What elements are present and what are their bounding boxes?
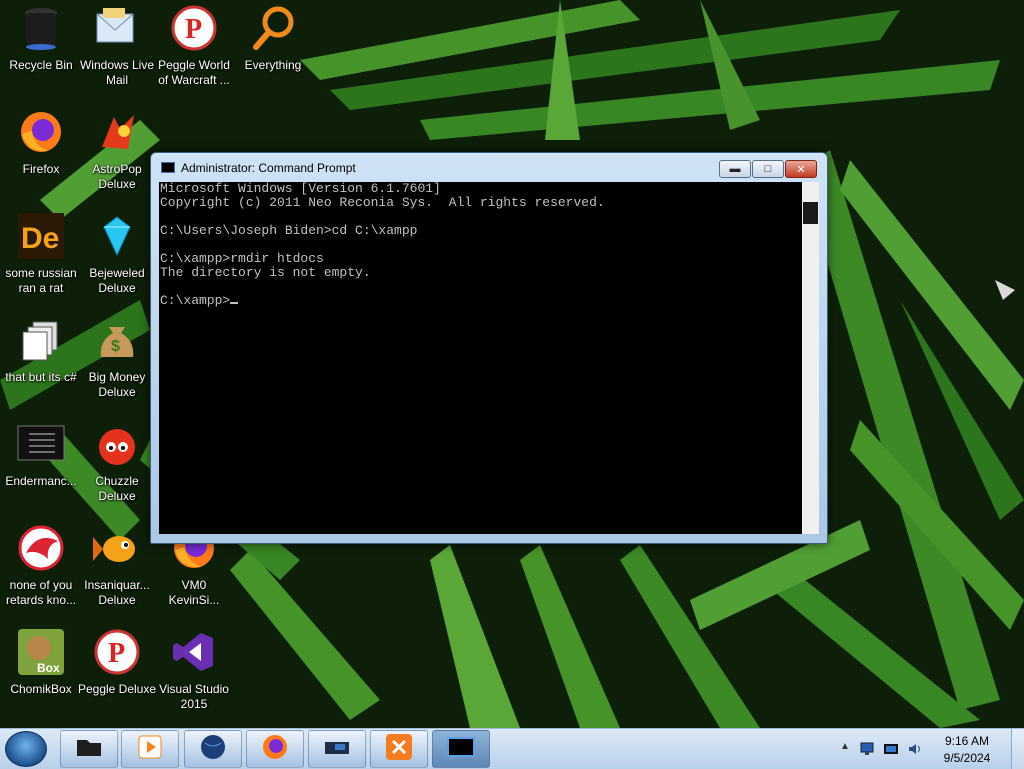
desktop-icon-label: Peggle Deluxe [77, 682, 157, 696]
desktop-icon[interactable]: Firefox [0, 104, 82, 204]
desktop-icon-label: some russian ran a rat [5, 266, 77, 295]
recycle-bin-icon [17, 4, 65, 52]
command-prompt-window[interactable]: Administrator: Command Prompt ▬ □ ✕ Micr… [150, 152, 828, 544]
text-cursor [230, 302, 239, 304]
desktop-icon-label: Insaniquar... Deluxe [84, 578, 150, 607]
desktop-icon[interactable]: P Peggle World of Warcraft ... [153, 0, 235, 100]
desktop-icon-label: Chuzzle Deluxe [95, 474, 139, 503]
magnifier-icon [249, 4, 297, 52]
xampp-icon [385, 733, 413, 766]
console-text: Microsoft Windows [Version 6.1.7601] Cop… [160, 181, 605, 308]
desktop-icon-label: Windows Live Mail [79, 58, 155, 87]
desktop-icon[interactable]: Recycle Bin [0, 0, 82, 100]
desktop-icon[interactable]: that but its c# [0, 312, 82, 412]
minimize-button[interactable]: ▬ [719, 160, 751, 178]
desktop-icon-label: AstroPop Deluxe [92, 162, 142, 191]
globe-icon [199, 733, 227, 766]
maximize-button[interactable]: □ [752, 160, 784, 178]
peggle-icon: P [170, 4, 218, 52]
desktop-icon[interactable]: Insaniquar... Deluxe [76, 520, 158, 620]
svg-text:P: P [185, 14, 202, 45]
de-icon: De [17, 212, 65, 260]
start-button[interactable] [5, 731, 47, 767]
desktop-icon-label: that but its c# [5, 370, 77, 384]
fish-icon [93, 524, 141, 572]
chuzzle-icon [93, 420, 141, 468]
window-titlebar[interactable]: Administrator: Command Prompt ▬ □ ✕ [151, 153, 827, 181]
console-area[interactable]: Microsoft Windows [Version 6.1.7601] Cop… [159, 182, 819, 534]
desktop-icon-label: ChomikBox [10, 682, 72, 696]
svg-text:Box: Box [37, 661, 60, 675]
peggle-icon: P [93, 628, 141, 676]
copy-icon [17, 316, 65, 364]
desktop-icon-label: VM0 KevinSi... [168, 578, 220, 607]
desktop-icon-label: Bejeweled Deluxe [89, 266, 145, 295]
astropop-icon [93, 108, 141, 156]
vertical-scrollbar[interactable] [802, 182, 819, 534]
svg-text:$: $ [111, 338, 120, 355]
desktop-icon-label: Recycle Bin [9, 58, 73, 72]
desktop-icon[interactable]: De some russian ran a rat [0, 208, 82, 308]
network-icon[interactable] [860, 742, 874, 756]
firefox-icon [17, 108, 65, 156]
explorer-icon [75, 736, 103, 763]
taskbar-button[interactable] [121, 730, 179, 768]
hamster-icon: Box [17, 628, 65, 676]
show-hidden-icons-icon[interactable]: ▲ [840, 741, 854, 755]
monitor-icon[interactable] [884, 742, 898, 756]
dragon-icon [17, 524, 65, 572]
desktop-icon[interactable]: AstroPop Deluxe [76, 104, 158, 204]
svg-text:De: De [21, 222, 59, 255]
taskbar-button[interactable] [246, 730, 304, 768]
desktop-icon-label: Visual Studio 2015 [159, 682, 229, 711]
show-desktop-button[interactable] [1011, 729, 1024, 769]
window-title: Administrator: Command Prompt [181, 161, 356, 175]
terminal-icon [17, 420, 65, 468]
desktop-icon[interactable]: $ Big Money Deluxe [76, 312, 158, 412]
media-player-icon [137, 734, 163, 765]
desktop-icon[interactable]: Windows Live Mail [76, 0, 158, 100]
taskbar-button[interactable] [60, 730, 118, 768]
firefox-icon [261, 733, 289, 766]
system-tray: ▲ 9:16 AM 9/5/2024 [834, 729, 1024, 769]
mail-icon [93, 4, 141, 52]
scrollbar-thumb[interactable] [803, 202, 818, 224]
gem-icon [93, 212, 141, 260]
desktop-icon[interactable]: none of you retards kno... [0, 520, 82, 620]
cmd-icon [447, 736, 475, 763]
clock-time[interactable]: 9:16 AM [937, 734, 997, 748]
desktop-icon-label: Endermanc... [5, 474, 77, 488]
taskbar: ▲ 9:16 AM 9/5/2024 [0, 728, 1024, 769]
taskbar-button[interactable] [432, 730, 490, 768]
desktop-icon-label: Firefox [22, 162, 60, 176]
desktop-icon[interactable]: Chuzzle Deluxe [76, 416, 158, 516]
money-bag-icon: $ [93, 316, 141, 364]
device-icon [323, 736, 351, 763]
desktop-icon[interactable]: Endermanc... [0, 416, 82, 516]
taskbar-button[interactable] [370, 730, 428, 768]
taskbar-button[interactable] [184, 730, 242, 768]
desktop-icon[interactable]: Bejeweled Deluxe [76, 208, 158, 308]
taskbar-button[interactable] [308, 730, 366, 768]
clock-date[interactable]: 9/5/2024 [937, 751, 997, 765]
close-button[interactable]: ✕ [785, 160, 817, 178]
svg-text:P: P [108, 638, 125, 669]
visual-studio-icon [170, 628, 218, 676]
desktop-icon-label: Big Money Deluxe [88, 370, 146, 399]
desktop-icon-label: Peggle World of Warcraft ... [158, 58, 230, 87]
desktop-icon[interactable]: Box ChomikBox [0, 624, 82, 724]
volume-icon[interactable] [908, 742, 922, 756]
desktop-icon-label: Everything [244, 58, 302, 72]
console-output[interactable]: Microsoft Windows [Version 6.1.7601] Cop… [160, 182, 800, 534]
cmd-icon [161, 162, 175, 173]
desktop-icon[interactable]: P Peggle Deluxe [76, 624, 158, 724]
desktop-icon[interactable]: Visual Studio 2015 [153, 624, 235, 724]
desktop-icon-label: none of you retards kno... [5, 578, 77, 607]
desktop-icon[interactable]: Everything [232, 0, 314, 100]
